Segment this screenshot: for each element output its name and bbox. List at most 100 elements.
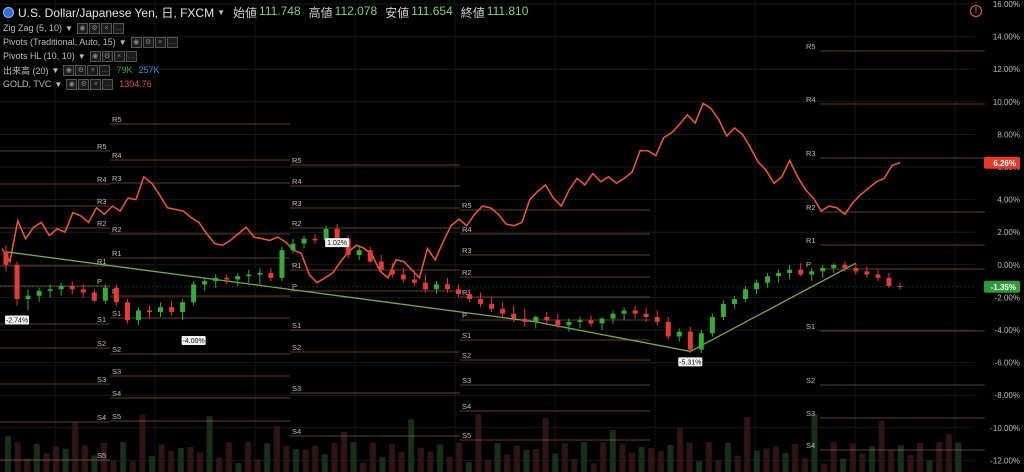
symbol-title[interactable]: U.S. Dollar/Japanese Yen, 日, FXCM — [18, 4, 214, 21]
pivot-label: S4 — [806, 441, 815, 450]
pivot-label: R3 — [292, 199, 302, 208]
close-icon[interactable]: × — [100, 22, 112, 34]
candle-body — [411, 279, 417, 283]
volume-bar — [523, 449, 530, 472]
candle-body — [3, 251, 9, 265]
candle-body — [367, 250, 373, 262]
volume-bar — [139, 414, 146, 472]
volume-bar — [801, 458, 808, 472]
volume-bar — [264, 443, 271, 472]
volume-bar — [725, 442, 731, 472]
gold-value: 1304.76 — [119, 79, 152, 89]
chevron-down-icon[interactable]: ▼ — [78, 52, 86, 61]
alert-icon[interactable]: ! — [970, 5, 982, 17]
eye-icon[interactable]: ◉ — [89, 50, 101, 62]
volume-bar — [744, 416, 751, 472]
volume-bar — [485, 460, 491, 472]
volume-bar — [696, 461, 703, 472]
more-icon[interactable]: … — [112, 22, 124, 34]
eye-icon[interactable]: ◉ — [130, 36, 142, 48]
candle-body — [58, 285, 64, 290]
volume-bar — [715, 461, 722, 472]
eye-icon[interactable]: ◉ — [63, 64, 75, 76]
more-icon[interactable]: … — [99, 64, 111, 76]
indicator-zigzag[interactable]: Zig Zag (5, 10) ▼ ◉ ⚙ ×… — [3, 21, 534, 35]
candle-body — [522, 318, 528, 322]
y-tick-label: 0.00% — [997, 261, 1020, 270]
candle-body — [665, 321, 671, 337]
volume-bar — [753, 450, 760, 472]
indicator-gold[interactable]: GOLD, TVC ▼ ◉ ⚙ ×… 1304.76 — [3, 77, 534, 91]
settings-icon[interactable]: ⚙ — [142, 36, 154, 48]
volume-bar — [235, 463, 242, 472]
candle-body — [47, 289, 53, 291]
pivot-label: S2 — [112, 345, 121, 354]
close-icon[interactable]: × — [154, 36, 166, 48]
chevron-down-icon[interactable]: ▼ — [119, 38, 127, 47]
eye-icon[interactable]: ◉ — [76, 22, 88, 34]
ohlc-values: 始値 111.748 高値 112.078 安値 111.654 終値 111.810 — [233, 4, 534, 21]
volume-bar — [360, 462, 367, 472]
pivot-label: R2 — [462, 268, 472, 277]
volume-bar — [389, 444, 395, 472]
candle-body — [610, 313, 616, 319]
volume-bar — [590, 463, 597, 472]
pivot-lines: R5 R4 R3 R2 R1 P S1 S2 S3 S4 S5 R5 R4 R3 R2 R1 P S1 S2 S3 S4… — [0, 42, 985, 461]
volume-bar — [437, 444, 443, 472]
y-tick-label: -2.00% — [995, 293, 1020, 302]
volume-bar — [427, 451, 434, 472]
settings-icon[interactable]: ⚙ — [78, 78, 90, 90]
volume-bar — [398, 451, 405, 472]
close-icon[interactable]: × — [90, 78, 102, 90]
volume-bar — [878, 420, 885, 472]
close-icon[interactable]: × — [113, 50, 125, 62]
candle-body — [709, 316, 715, 334]
volume-bar — [168, 451, 175, 472]
indicator-volume[interactable]: 出来高 (20) ▼ ◉ ⚙ ×… 79K 257K — [3, 63, 534, 77]
y-tick-label: -12.00% — [990, 456, 1020, 465]
volume-bar — [158, 444, 165, 472]
volume-bar — [494, 443, 501, 472]
settings-icon[interactable]: ⚙ — [101, 50, 113, 62]
pivot-label: S1 — [97, 315, 106, 324]
candle-body — [478, 299, 484, 304]
indicator-pivots-hl[interactable]: Pivots HL (10, 10) ▼ ◉ ⚙ ×… — [3, 49, 534, 63]
high-label: 高値 — [308, 5, 333, 20]
settings-icon[interactable]: ⚙ — [88, 22, 100, 34]
y-tick-label: -8.00% — [995, 391, 1020, 400]
volume-bar — [225, 442, 232, 472]
eye-icon[interactable]: ◉ — [66, 78, 78, 90]
candle-body — [765, 276, 771, 283]
volume-bar — [955, 442, 962, 472]
indicator-pivots[interactable]: Pivots (Traditional, Auto, 15) ▼ ◉ ⚙ ×… — [3, 35, 534, 49]
candle-body — [235, 276, 241, 280]
volume-bar — [648, 448, 655, 472]
candle-body — [378, 261, 384, 270]
volume-bar — [504, 454, 511, 472]
volume-bar — [33, 443, 40, 472]
close-label: 終値 — [460, 5, 485, 20]
candle-body — [853, 268, 859, 272]
chevron-down-icon[interactable]: ▼ — [65, 24, 73, 33]
candle-body — [213, 277, 219, 282]
more-icon[interactable]: … — [166, 36, 178, 48]
chevron-down-icon[interactable]: ▼ — [52, 66, 60, 75]
more-icon[interactable]: … — [125, 50, 137, 62]
high-value: 112.078 — [334, 3, 378, 18]
settings-icon[interactable]: ⚙ — [75, 64, 87, 76]
chevron-down-icon[interactable]: ▼ — [217, 8, 225, 17]
volume-bar — [897, 445, 904, 472]
chevron-down-icon[interactable]: ▼ — [54, 80, 62, 89]
volume-bar — [283, 445, 290, 472]
volume-bar — [341, 431, 347, 472]
close-value: 111.810 — [486, 3, 529, 18]
candle-body — [643, 313, 649, 317]
pivot-label: S5 — [462, 431, 471, 440]
more-icon[interactable]: … — [102, 78, 114, 90]
candle-body — [787, 269, 793, 273]
close-icon[interactable]: × — [87, 64, 99, 76]
zigzag-polyline — [5, 251, 857, 353]
candle-body — [500, 308, 506, 314]
y-tick-label: 14.00% — [993, 33, 1020, 42]
pivot-label: R1 — [112, 249, 122, 258]
